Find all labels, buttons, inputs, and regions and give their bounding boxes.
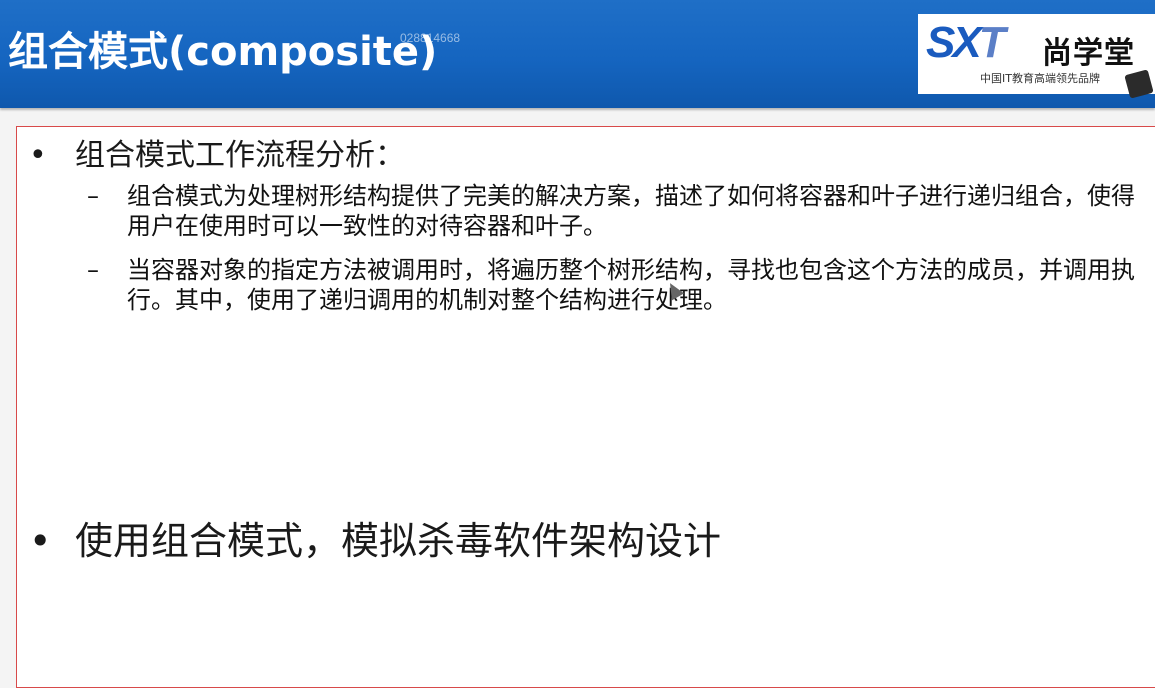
logo-mark-right: T bbox=[978, 18, 1006, 67]
sub-item: – 组合模式为处理树形结构提供了完美的解决方案，描述了如何将容器和叶子进行递归组… bbox=[87, 181, 1147, 241]
sub-item-text: 组合模式为处理树形结构提供了完美的解决方案，描述了如何将容器和叶子进行递归组合，… bbox=[127, 182, 1135, 240]
slide-title: 组合模式(composite) bbox=[8, 29, 438, 75]
bullet-marker: • bbox=[29, 519, 52, 563]
sub-item-text: 当容器对象的指定方法被调用时，将遍历整个树形结构，寻找也包含这个方法的成员，并调… bbox=[127, 256, 1135, 314]
brand-logo: SXT 尚学堂 中国IT教育高端领先品牌 bbox=[918, 14, 1155, 94]
bullet-marker: • bbox=[29, 138, 47, 173]
slide-content: • 组合模式工作流程分析： – 组合模式为处理树形结构提供了完美的解决方案，描述了… bbox=[16, 126, 1155, 688]
logo-tagline: 中国IT教育高端领先品牌 bbox=[980, 72, 1100, 85]
logo-mark-left: SX bbox=[926, 18, 982, 67]
bullet-item: • 组合模式工作流程分析： bbox=[29, 135, 405, 177]
watermark-text: 028814668 bbox=[400, 31, 461, 45]
dash-marker: – bbox=[87, 256, 99, 284]
bullet-text: 组合模式工作流程分析： bbox=[75, 138, 405, 173]
sub-item: – 当容器对象的指定方法被调用时，将遍历整个树形结构，寻找也包含这个方法的成员，… bbox=[87, 255, 1147, 315]
bullet-text: 使用组合模式，模拟杀毒软件架构设计 bbox=[75, 519, 722, 563]
slide-header: 组合模式(composite) 028814668 SXT 尚学堂 中国IT教育… bbox=[0, 0, 1155, 108]
logo-mark: SXT bbox=[926, 18, 1006, 68]
bullet-item: • 使用组合模式，模拟杀毒软件架构设计 bbox=[29, 515, 721, 567]
logo-name: 尚学堂 bbox=[1042, 36, 1135, 71]
dash-marker: – bbox=[87, 182, 99, 210]
